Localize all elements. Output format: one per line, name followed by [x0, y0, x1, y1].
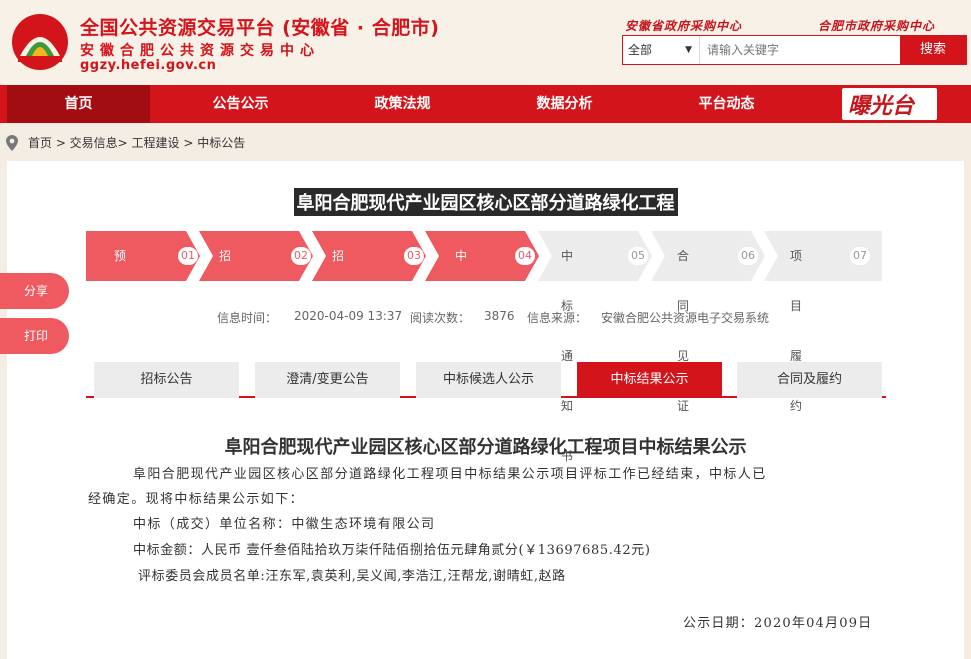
project-title-text: 阜阳合肥现代产业园区核心区部分道路绿化工程 — [293, 188, 678, 216]
nav-item-policies[interactable]: 政策法规 — [331, 85, 474, 123]
tab-candidate-publicity[interactable]: 中标候选人公示 — [416, 362, 561, 398]
site-logo-icon[interactable] — [10, 12, 70, 72]
location-pin-icon — [6, 135, 18, 151]
committee-members: 评标委员会成员名单:汪东军,袁英利,吴义闻,李浩江,汪帮龙,谢晴虹,赵路 — [138, 569, 566, 584]
site-header: 全国公共资源交易平台 (安徽省 · 合肥市) 安徽合肥公共资源交易中心 ggzy… — [0, 0, 971, 85]
info-time-label: 信息时间： — [217, 311, 278, 325]
site-title[interactable]: 全国公共资源交易平台 (安徽省 · 合肥市) — [80, 13, 439, 40]
progress-steps-arrows — [86, 231, 882, 281]
notice-tabs: 招标公告 澄清/变更公告 中标候选人公示 中标结果公示 合同及履约 — [86, 362, 886, 398]
info-time-value: 2020-04-09 13:37 — [294, 309, 403, 323]
winning-amount: 中标金额：人民币 壹仟叁佰陆拾玖万柒仟陆佰捌拾伍元肆角贰分(￥13697685.… — [133, 543, 651, 558]
step-label: 招标文件发布 — [332, 249, 345, 513]
project-title: 阜阳合肥现代产业园区核心区部分道路绿化工程 — [0, 188, 971, 216]
step-number: 01 — [178, 247, 198, 265]
site-url: ggzy.hefei.gov.cn — [80, 58, 217, 73]
tab-contract-performance[interactable]: 合同及履约 — [737, 362, 882, 398]
step-number: 04 — [515, 247, 535, 265]
step-label: 合同见证 — [677, 249, 690, 413]
nav-item-data-analysis[interactable]: 数据分析 — [493, 85, 636, 123]
info-source-value: 安徽合肥公共资源电子交易系统 — [601, 311, 770, 325]
tab-award-result[interactable]: 中标结果公示 — [577, 362, 722, 398]
step-number: 02 — [291, 247, 311, 265]
notice-intro-line1: 阜阳合肥现代产业园区核心区部分道路绿化工程项目中标结果公示项目评标工作已经结束，… — [133, 467, 767, 482]
search-bar: 全部 ▼ 搜索 — [622, 35, 967, 65]
dropdown-arrow-icon: ▼ — [685, 45, 692, 55]
view-count-label: 阅读次数： — [410, 311, 471, 325]
step-label: 中标公示 — [455, 249, 468, 413]
exposure-platform-logo[interactable]: 曝光台 — [842, 88, 937, 120]
info-source-label: 信息来源： — [527, 311, 588, 325]
breadcrumb: 首页 > 交易信息> 工程建设 > 中标公告 — [0, 129, 971, 157]
winning-bidder: 中标（成交）单位名称：中徽生态环境有限公司 — [133, 517, 436, 532]
search-input[interactable] — [701, 36, 901, 64]
step-label: 预约场地 — [114, 249, 127, 413]
tab-clarification[interactable]: 澄清/变更公告 — [255, 362, 400, 398]
step-number: 03 — [404, 247, 424, 265]
print-button[interactable]: 打印 — [0, 318, 69, 354]
main-nav: 首页 公告公示 政策法规 数据分析 平台动态 — [0, 85, 971, 123]
view-count-value: 3876 — [484, 309, 515, 323]
nav-item-announcements[interactable]: 公告公示 — [169, 85, 312, 123]
notice-intro-line2: 经确定。现将中标结果公示如下： — [88, 492, 305, 507]
search-category-select[interactable]: 全部 ▼ — [623, 36, 700, 64]
nav-item-home[interactable]: 首页 — [7, 85, 150, 123]
step-label: 项目履约 — [790, 249, 803, 413]
progress-steps: 预约场地 01 招标公告发布 02 招标文件发布 03 中标公示 04 中标通知… — [86, 231, 882, 513]
step-label: 中标通知书 — [561, 249, 574, 463]
search-button[interactable]: 搜索 — [900, 36, 966, 64]
top-link-hefei-procurement[interactable]: 合肥市政府采购中心 — [818, 17, 935, 34]
step-number: 07 — [850, 247, 870, 265]
nav-item-platform-news[interactable]: 平台动态 — [655, 85, 798, 123]
search-category-value: 全部 — [628, 43, 653, 57]
breadcrumb-path[interactable]: 首页 > 交易信息> 工程建设 > 中标公告 — [28, 129, 245, 157]
step-number: 06 — [738, 247, 758, 265]
share-button[interactable]: 分享 — [0, 273, 69, 309]
publicity-date: 公示日期：2020年04月09日 — [683, 616, 873, 631]
step-number: 05 — [628, 247, 648, 265]
site-subtitle: 安徽合肥公共资源交易中心 — [80, 43, 320, 59]
notice-title: 阜阳合肥现代产业园区核心区部分道路绿化工程项目中标结果公示 — [224, 437, 747, 458]
top-link-anhui-procurement[interactable]: 安徽省政府采购中心 — [625, 17, 742, 34]
tab-tender-notice[interactable]: 招标公告 — [94, 362, 239, 398]
step-label: 招标公告发布 — [219, 249, 232, 513]
svg-text:曝光台: 曝光台 — [848, 93, 916, 119]
